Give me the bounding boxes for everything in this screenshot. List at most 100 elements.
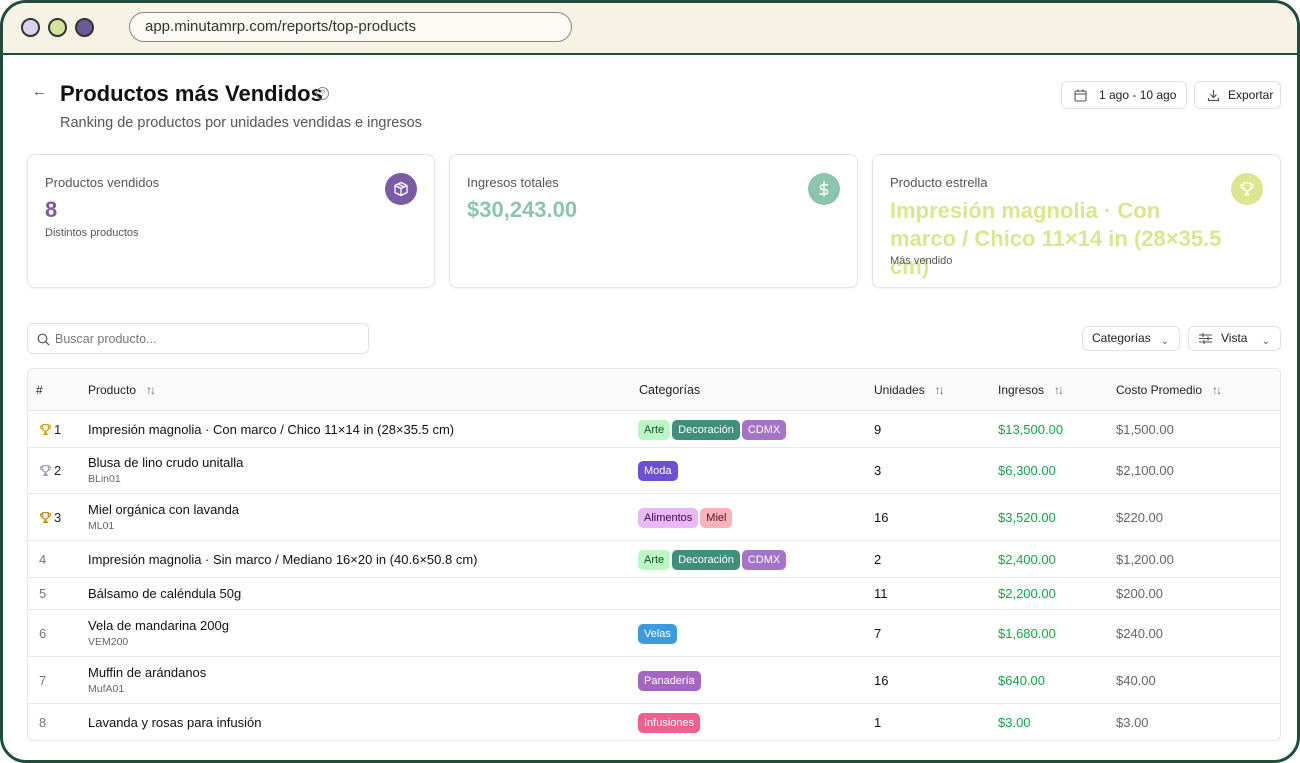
table-row[interactable]: 5 Bálsamo de caléndula 50g 11 $2,200.00 $200… — [28, 578, 1280, 610]
product-name[interactable]: Lavanda y rosas para infusión — [88, 715, 261, 730]
cost-cell: $1,200.00 — [1116, 552, 1174, 567]
table-row[interactable]: 8 Lavanda y rosas para infusión Infusiones… — [28, 704, 1280, 740]
sort-icon[interactable]: ↑↓ — [1212, 383, 1222, 397]
header-income[interactable]: Ingresos ↑↓ — [998, 383, 1064, 397]
table-row[interactable]: 2 Blusa de lino crudo unitalla BLin01 Moda 3… — [28, 448, 1280, 494]
category-tags: Moda — [638, 461, 680, 481]
category-tag[interactable]: CDMX — [741, 420, 787, 440]
cost-cell: $1,500.00 — [1116, 422, 1174, 437]
product-name[interactable]: Muffin de arándanos — [88, 665, 206, 680]
product-name[interactable]: Bálsamo de caléndula 50g — [88, 586, 241, 601]
view-dropdown[interactable]: Vista ⌄ — [1188, 326, 1281, 351]
stat-card-total-income: Ingresos totales $30,243.00 — [449, 154, 858, 288]
rank-number: 8 — [39, 715, 47, 730]
rank-cell: 3 — [39, 510, 61, 525]
stat-label: Producto estrella — [890, 175, 988, 190]
window-close-dot[interactable] — [21, 18, 40, 37]
category-tag[interactable]: CDMX — [741, 550, 787, 570]
product-cell: Bálsamo de caléndula 50g — [88, 586, 241, 601]
category-tags: Infusiones — [638, 713, 702, 733]
cost-cell: $3.00 — [1116, 715, 1149, 730]
stat-card-star-product: Producto estrella Impresión magnolia · C… — [872, 154, 1281, 288]
table-row[interactable]: 4 Impresión magnolia · Sin marco / Median… — [28, 541, 1280, 578]
category-tag[interactable]: Alimentos — [638, 508, 699, 528]
download-icon — [1207, 90, 1220, 102]
page-header: ← Productos más Vendidos ? Ranking de pr… — [27, 79, 1281, 139]
export-button[interactable]: Exportar — [1194, 81, 1281, 109]
product-cell: Vela de mandarina 200g VEM200 — [88, 618, 229, 648]
header-product[interactable]: Producto ↑↓ — [88, 383, 156, 397]
search-input[interactable] — [55, 329, 355, 349]
page-subtitle: Ranking de productos por unidades vendid… — [60, 115, 422, 131]
table-row[interactable]: 3 Miel orgánica con lavanda ML01 Alimentos M… — [28, 494, 1280, 541]
window-minimize-dot[interactable] — [48, 18, 67, 37]
calendar-icon — [1074, 89, 1087, 102]
table-row[interactable]: 7 Muffin de arándanos MufA01 Panadería 16 $64… — [28, 657, 1280, 704]
sort-icon[interactable]: ↑↓ — [935, 383, 945, 397]
product-name[interactable]: Blusa de lino crudo unitalla — [88, 455, 243, 470]
window-maximize-dot[interactable] — [75, 18, 94, 37]
rank-number: 3 — [54, 510, 62, 525]
income-cell: $640.00 — [998, 673, 1045, 688]
stat-value: $30,243.00 — [467, 197, 578, 222]
app-window: app.minutamrp.com/reports/top-products ←… — [0, 0, 1300, 763]
search-icon — [37, 333, 50, 346]
product-name[interactable]: Impresión magnolia · Sin marco / Mediano… — [88, 552, 477, 567]
table-row[interactable]: 1 Impresión magnolia · Con marco / Chico … — [28, 411, 1280, 448]
category-tag[interactable]: Arte — [638, 550, 671, 570]
income-cell: $13,500.00 — [998, 422, 1064, 437]
income-cell: $3.00 — [998, 715, 1031, 730]
cost-cell: $240.00 — [1116, 626, 1163, 641]
category-tag[interactable]: Moda — [638, 461, 678, 481]
product-sku: ML01 — [88, 520, 115, 532]
date-range-button[interactable]: 1 ago - 10 ago — [1061, 81, 1187, 109]
cost-cell: $220.00 — [1116, 510, 1163, 525]
back-arrow-icon[interactable]: ← — [32, 83, 47, 100]
address-bar[interactable]: app.minutamrp.com/reports/top-products — [129, 12, 572, 42]
product-name[interactable]: Vela de mandarina 200g — [88, 618, 229, 633]
sort-icon[interactable]: ↑↓ — [1054, 383, 1064, 397]
rank-number: 6 — [39, 626, 47, 641]
search-box[interactable] — [27, 323, 369, 354]
chevron-down-icon: ⌄ — [1160, 336, 1169, 347]
stat-subtext: Distintos productos — [45, 227, 139, 239]
category-tag[interactable]: Decoración — [672, 550, 740, 570]
units-cell: 7 — [874, 626, 882, 641]
units-cell: 3 — [874, 463, 882, 478]
trophy-icon — [40, 512, 51, 523]
category-tags: Panadería — [638, 671, 703, 691]
rank-cell: 8 — [39, 715, 46, 730]
rank-number: 4 — [39, 552, 47, 567]
header-units[interactable]: Unidades ↑↓ — [874, 383, 945, 397]
category-tag[interactable]: Infusiones — [638, 713, 701, 733]
date-range-label: 1 ago - 10 ago — [1099, 88, 1177, 102]
units-cell: 11 — [874, 586, 888, 601]
units-cell: 1 — [874, 715, 882, 730]
trophy-icon — [40, 465, 51, 476]
category-tag[interactable]: Miel — [700, 508, 733, 528]
product-name[interactable]: Impresión magnolia · Con marco / Chico 1… — [88, 422, 454, 437]
page-title: Productos más Vendidos — [60, 81, 323, 106]
header-avg-cost[interactable]: Costo Promedio ↑↓ — [1116, 383, 1222, 397]
trophy-icon — [1231, 173, 1263, 205]
income-cell: $3,520.00 — [998, 510, 1056, 525]
categories-dropdown[interactable]: Categorías ⌄ — [1082, 326, 1180, 351]
header-rank: # — [36, 383, 43, 397]
package-icon — [385, 173, 417, 205]
sort-icon[interactable]: ↑↓ — [146, 383, 156, 397]
category-tag[interactable]: Arte — [638, 420, 671, 440]
help-icon[interactable]: ? — [316, 87, 329, 100]
product-name[interactable]: Miel orgánica con lavanda — [88, 502, 239, 517]
chevron-down-icon: ⌄ — [1261, 336, 1270, 347]
product-cell: Impresión magnolia · Con marco / Chico 1… — [88, 422, 454, 437]
table-row[interactable]: 6 Vela de mandarina 200g VEM200 Velas 7 $1,68… — [28, 610, 1280, 657]
header-categories: Categorías — [639, 383, 701, 397]
rank-cell: 5 — [39, 586, 46, 601]
category-tags: Arte Decoración CDMX — [638, 550, 788, 570]
stat-label: Ingresos totales — [467, 175, 559, 190]
units-cell: 16 — [874, 673, 889, 688]
category-tag[interactable]: Panadería — [638, 671, 701, 691]
category-tag[interactable]: Velas — [638, 624, 677, 644]
rank-cell: 4 — [39, 552, 46, 567]
category-tag[interactable]: Decoración — [672, 420, 740, 440]
